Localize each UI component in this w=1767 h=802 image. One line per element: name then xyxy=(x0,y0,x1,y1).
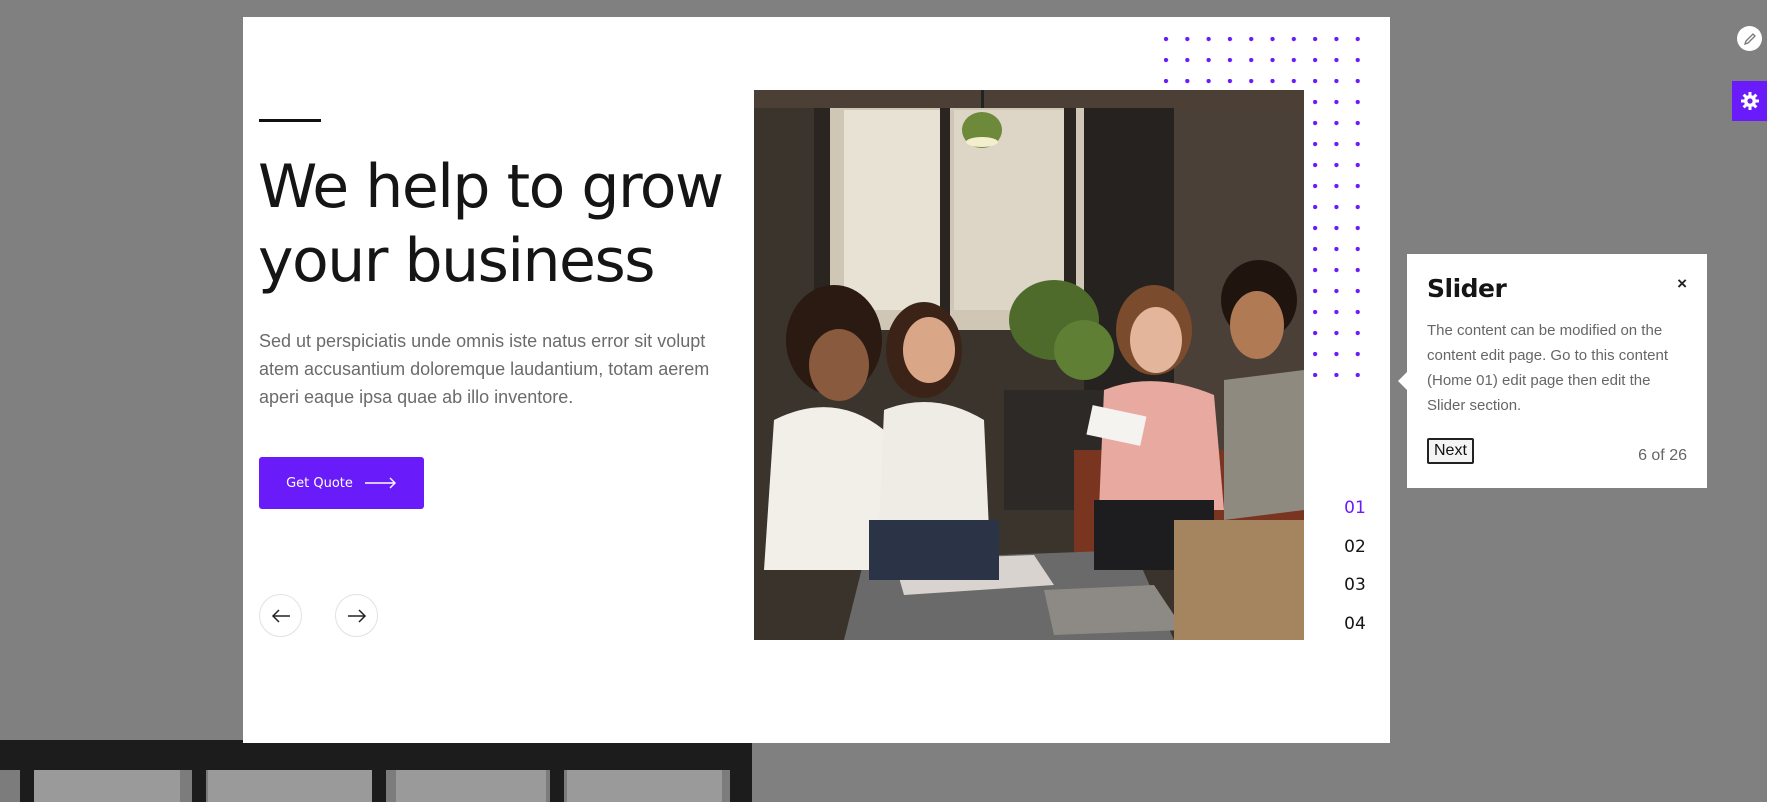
long-arrow-right-icon xyxy=(364,477,396,489)
arrow-right-icon xyxy=(347,608,366,623)
gear-icon xyxy=(1740,92,1759,110)
background-image-strip xyxy=(0,740,752,802)
get-quote-button[interactable]: Get Quote xyxy=(259,457,424,509)
pencil-icon xyxy=(1743,32,1756,45)
slide-number-4[interactable]: 04 xyxy=(1330,614,1380,653)
slider-description: Sed ut perspiciatis unde omnis iste natu… xyxy=(259,331,710,407)
tour-title: Slider xyxy=(1427,274,1507,303)
headline-accent-line xyxy=(259,119,321,122)
slide-number-2[interactable]: 02 xyxy=(1330,537,1380,576)
slide-number-nav: 01 02 03 04 xyxy=(1330,498,1380,652)
slide-number-3[interactable]: 03 xyxy=(1330,575,1380,614)
slider-headline: We help to grow your business xyxy=(258,152,724,296)
tour-next-button[interactable]: Next xyxy=(1427,438,1474,464)
settings-button[interactable] xyxy=(1732,81,1767,121)
tour-popover: Slider × The content can be modified on … xyxy=(1398,254,1707,488)
tour-description: The content can be modified on the conte… xyxy=(1427,322,1668,414)
popover-arrow xyxy=(1398,372,1407,390)
next-slide-button[interactable] xyxy=(335,594,378,637)
slide-number-1[interactable]: 01 xyxy=(1330,498,1380,537)
prev-slide-button[interactable] xyxy=(259,594,302,637)
team-meeting-photo xyxy=(754,90,1304,640)
get-quote-label: Get Quote xyxy=(286,475,353,491)
edit-button[interactable] xyxy=(1737,26,1762,51)
close-icon[interactable]: × xyxy=(1677,274,1687,294)
arrow-left-icon xyxy=(271,608,290,623)
tour-progress: 6 of 26 xyxy=(1638,447,1687,464)
